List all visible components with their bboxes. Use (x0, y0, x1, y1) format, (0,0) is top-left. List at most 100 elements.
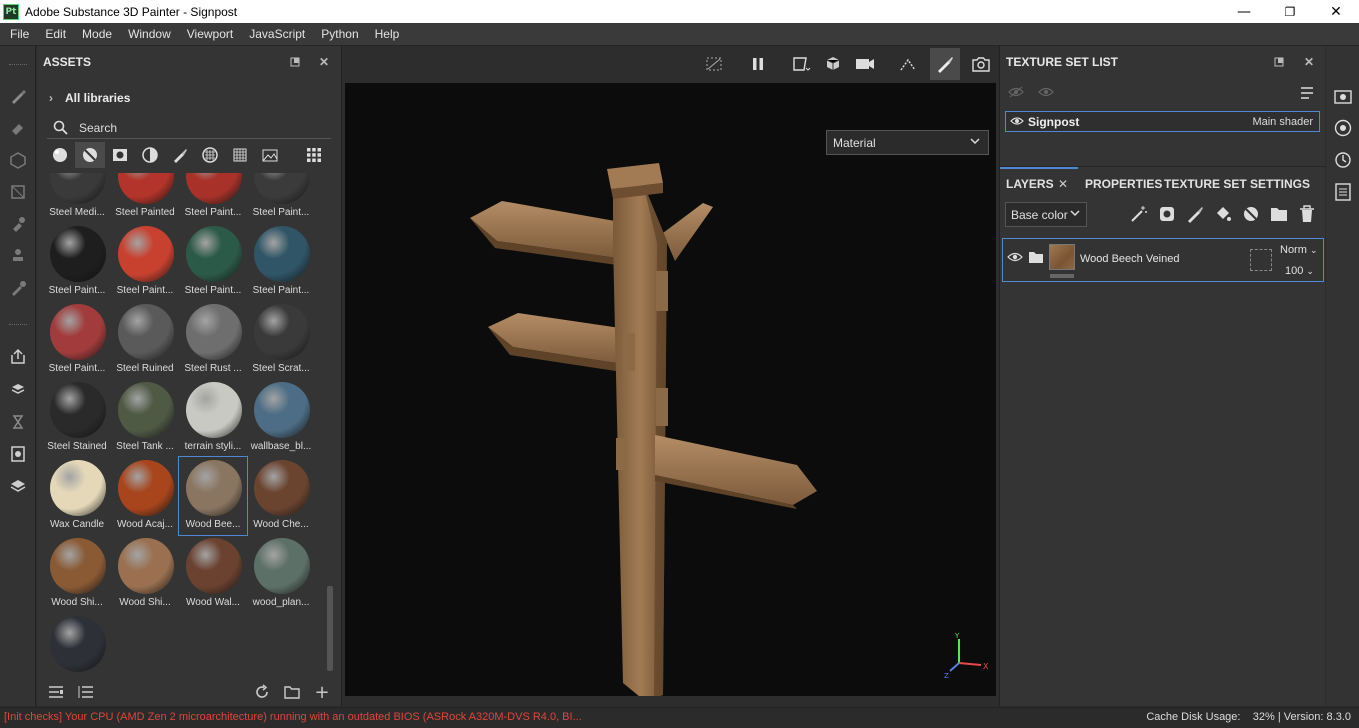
close-tab-icon[interactable]: ✕ (1058, 177, 1068, 191)
asset-tile[interactable]: Steel Medi... (43, 173, 111, 223)
color-picker-tool-icon[interactable] (8, 278, 28, 298)
paint-brush-tool-icon[interactable] (8, 86, 28, 106)
projection-tool-icon[interactable] (8, 150, 28, 170)
bake-mesh-icon[interactable] (8, 380, 28, 400)
asset-tile[interactable]: Wax Candle (43, 457, 111, 535)
asset-tile[interactable]: Wood Shi... (111, 535, 179, 613)
maximize-button[interactable]: ❐ (1267, 0, 1313, 23)
2d-3d-view-icon[interactable] (791, 54, 813, 74)
blend-mode-dropdown[interactable]: Norm ⌄ (1280, 244, 1318, 256)
symmetry-icon[interactable] (897, 54, 919, 74)
asset-tile[interactable]: wallbase_bl... (247, 379, 315, 457)
asset-tile[interactable]: Steel Stained (43, 379, 111, 457)
texture-set-row[interactable]: Signpost Main shader (1005, 111, 1320, 132)
asset-tile[interactable]: wood_plan... (247, 535, 315, 613)
asset-tile[interactable]: Steel Paint... (111, 223, 179, 301)
3d-canvas[interactable]: Material Y X Z (345, 83, 996, 701)
close-panel-icon[interactable]: ✕ (317, 55, 331, 69)
asset-tile[interactable]: Steel Paint... (179, 173, 247, 223)
screenshot-icon[interactable] (970, 54, 992, 74)
filter-particles-icon[interactable] (195, 142, 225, 168)
filter-brushes-icon[interactable] (165, 142, 195, 168)
asset-tile[interactable]: Steel Painted (111, 173, 179, 223)
tab-properties[interactable]: PROPERTIES (1085, 177, 1162, 191)
polygon-fill-tool-icon[interactable] (8, 182, 28, 202)
asset-tile[interactable]: Steel Paint... (247, 223, 315, 301)
add-paint-layer-icon[interactable] (1185, 204, 1205, 224)
layer-visibility-eye-icon[interactable] (1007, 251, 1023, 266)
asset-tile[interactable]: Steel Paint... (179, 223, 247, 301)
library-selector[interactable]: › All libraries (49, 91, 130, 105)
add-effect-wand-icon[interactable] (1129, 204, 1149, 224)
menu-python[interactable]: Python (313, 27, 366, 41)
asset-tile[interactable]: Wood Wal... (179, 535, 247, 613)
menu-window[interactable]: Window (120, 27, 179, 41)
asset-tile[interactable]: worn-meta... (43, 613, 111, 673)
status-message[interactable]: [Init checks] Your CPU (AMD Zen 2 microa… (4, 711, 582, 723)
sort-list-icon[interactable] (77, 683, 95, 701)
view-cube-icon[interactable] (823, 54, 845, 74)
undock-icon[interactable] (1272, 55, 1286, 69)
solo-eye-icon[interactable] (1038, 86, 1054, 101)
asset-tile[interactable]: Steel Tank ... (111, 379, 179, 457)
menu-file[interactable]: File (2, 27, 37, 41)
add-mask-icon[interactable] (1157, 204, 1177, 224)
filter-list-icon[interactable] (47, 683, 65, 701)
menu-edit[interactable]: Edit (37, 27, 74, 41)
add-fill-layer-icon[interactable] (1213, 204, 1233, 224)
history-icon[interactable] (1333, 150, 1353, 170)
grid-view-icon[interactable] (299, 142, 329, 168)
asset-tile[interactable]: Wood Bee... (178, 456, 248, 536)
viewport-mode-dropdown[interactable]: Material (826, 130, 989, 155)
new-folder-icon[interactable] (283, 683, 301, 701)
export-icon[interactable] (8, 346, 28, 366)
add-icon[interactable]: + (313, 682, 331, 703)
hourglass-icon[interactable] (8, 412, 28, 432)
hide-ui-icon[interactable] (703, 54, 725, 74)
add-smart-material-icon[interactable] (1241, 204, 1261, 224)
display-settings-icon[interactable] (8, 444, 28, 464)
layer-name[interactable]: Wood Beech Veined (1080, 253, 1179, 265)
eraser-tool-icon[interactable] (8, 118, 28, 138)
channel-dropdown[interactable]: Base color (1005, 202, 1087, 227)
display-settings-icon[interactable] (1333, 86, 1353, 106)
minimize-button[interactable]: — (1221, 0, 1267, 23)
asset-tile[interactable]: Steel Paint... (43, 223, 111, 301)
settings-menu-icon[interactable] (1300, 86, 1314, 103)
asset-tile[interactable]: Steel Paint... (247, 173, 315, 223)
asset-search-input[interactable]: Search (47, 117, 331, 139)
close-panel-icon[interactable]: ✕ (1302, 55, 1316, 69)
shader-settings-icon[interactable] (1333, 118, 1353, 138)
asset-tile[interactable]: Wood Shi... (43, 535, 111, 613)
undock-icon[interactable] (288, 55, 302, 69)
asset-tile[interactable]: Steel Scrat... (247, 301, 315, 379)
camera-icon[interactable] (855, 54, 877, 74)
refresh-icon[interactable] (253, 683, 271, 701)
menu-help[interactable]: Help (367, 27, 408, 41)
tab-texture-set-settings[interactable]: TEXTURE SET SETTINGS (1164, 177, 1310, 191)
menu-javascript[interactable]: JavaScript (241, 27, 313, 41)
visibility-eye-icon[interactable] (1010, 115, 1024, 129)
paint-mode-icon[interactable] (930, 48, 960, 80)
filter-materials-icon[interactable] (45, 142, 75, 168)
asset-tile[interactable]: Steel Ruined (111, 301, 179, 379)
smudge-tool-icon[interactable] (8, 214, 28, 234)
filter-smart-masks-icon[interactable] (105, 142, 135, 168)
hide-eye-icon[interactable] (1008, 86, 1024, 101)
asset-scrollbar[interactable] (327, 586, 333, 671)
tab-layers[interactable]: LAYERS (1006, 177, 1054, 191)
asset-tile[interactable]: Steel Rust ... (179, 301, 247, 379)
filter-textures-icon[interactable] (225, 142, 255, 168)
asset-tile[interactable]: terrain styli... (179, 379, 247, 457)
log-icon[interactable] (1333, 182, 1353, 202)
filter-smart-materials-icon[interactable] (75, 142, 105, 168)
shader-name[interactable]: Main shader (1252, 116, 1313, 128)
menu-mode[interactable]: Mode (74, 27, 120, 41)
asset-tile[interactable]: Wood Che... (247, 457, 315, 535)
layer-mask-slot[interactable] (1250, 249, 1272, 271)
clone-stamp-tool-icon[interactable] (8, 246, 28, 266)
opacity-field[interactable]: 100 ⌄ (1285, 265, 1314, 277)
filter-environments-icon[interactable] (255, 142, 285, 168)
shelf-icon[interactable] (8, 476, 28, 496)
layer-row[interactable]: Wood Beech Veined Norm ⌄ 100 ⌄ (1002, 238, 1324, 282)
